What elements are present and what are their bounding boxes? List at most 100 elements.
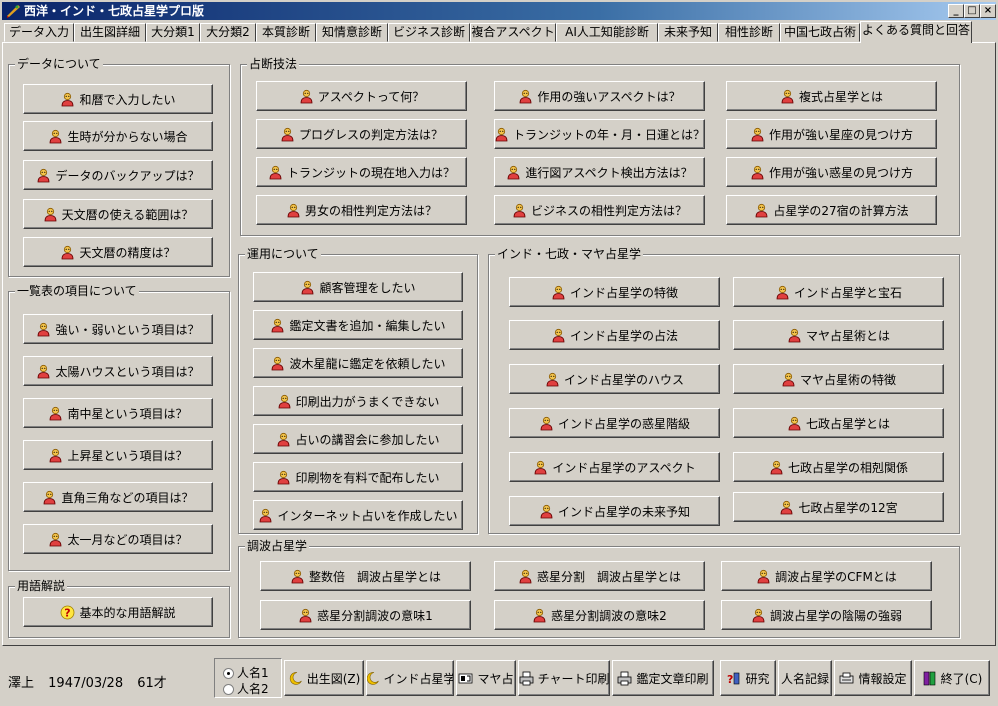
faq-button[interactable]: 和暦で入力したい [23,84,213,114]
faq-button[interactable]: 七政占星学の相剋関係 [733,452,944,482]
chart-print-button[interactable]: チャート印刷 [518,660,610,696]
faq-button[interactable]: 太一月などの項目は？ [23,524,213,554]
birth-chart-button[interactable]: 出生図(Z) [284,660,364,696]
button-label: 出生図(Z) [306,671,361,686]
tab-bar: データ入力 出生図詳細 大分類1 大分類2 本質診断 知情意診断 ビジネス診断 … [2,21,996,43]
faq-button[interactable]: インド占星学のハウス [509,364,720,394]
group-india-maya: インド・七政・マヤ占星学 インド占星学の特徴 インド占星学の占法 インド占星学の… [488,247,960,534]
faq-button-label: 七政占星学の12宮 [798,500,898,515]
faq-button[interactable]: 鑑定文書を追加・編集したい [253,310,463,340]
tab-ai-diagnosis[interactable]: AI人工知能診断 [556,23,658,42]
question-person-icon [278,432,290,446]
maximize-button[interactable]: □ [964,4,980,18]
faq-button[interactable]: プログレスの判定方法は？ [256,119,467,149]
faq-button[interactable]: 太陽ハウスという項目は？ [23,356,213,386]
faq-button[interactable]: 惑星分割調波の意味1 [260,600,471,630]
faq-panel: データについて 和暦で入力したい 生時が分からない場合 データのバックアップは？… [2,42,996,646]
faq-button[interactable]: 七政占星学の12宮 [733,492,944,522]
faq-button[interactable]: マヤ占星術とは [733,320,944,350]
faq-button-label: 和暦で入力したい [79,92,176,107]
info-settings-button[interactable]: 情報設定 [834,660,912,696]
faq-button[interactable]: インド占星学の特徴 [509,277,720,307]
faq-button[interactable]: アスペクトって何？ [256,81,467,111]
group-title: データについて [15,57,103,71]
question-person-icon [272,356,284,370]
faq-button-label: 波木星龍に鑑定を依頼したい [289,356,446,371]
faq-button[interactable]: 七政占星学とは [733,408,944,438]
faq-button-label: インド占星学のアスペクト [552,460,696,475]
tab-compatibility[interactable]: 相性診断 [718,23,780,42]
faq-button[interactable]: 南中星という項目は？ [23,398,213,428]
faq-button[interactable]: 顧客管理をしたい [253,272,463,302]
faq-button[interactable]: 占いの講習会に参加したい [253,424,463,454]
faq-button[interactable]: データのバックアップは？ [23,160,213,190]
basic-terms-button[interactable]: ? 基本的な用語解説 [23,597,213,627]
minimize-button[interactable]: _ [948,4,964,18]
faq-button[interactable]: 作用が強い星座の見つけ方 [726,119,937,149]
tab-intellect-diagnosis[interactable]: 知情意診断 [316,23,388,42]
tab-category1[interactable]: 大分類1 [146,23,200,42]
faq-button[interactable]: 生時が分からない場合 [23,121,213,151]
group-title: 用語解説 [15,579,68,593]
faq-button[interactable]: 占星学の27宿の計算方法 [726,195,937,225]
tab-faq[interactable]: よくある質問と回答 [860,21,972,43]
group-terms: 用語解説 ? 基本的な用語解説 [8,579,230,638]
tab-essence-diagnosis[interactable]: 本質診断 [256,23,316,42]
faq-button[interactable]: 惑星分割 調波占星学とは [494,561,705,591]
faq-button[interactable]: トランジットの現在地入力は？ [256,157,467,187]
faq-button[interactable]: 男女の相性判定方法は？ [256,195,467,225]
faq-button[interactable]: 直角三角などの項目は？ [23,482,213,512]
indian-astrology-button[interactable]: インド占星学 [366,660,454,696]
group-title: インド・七政・マヤ占星学 [495,247,644,261]
tab-data-input[interactable]: データ入力 [4,23,74,42]
faq-button[interactable]: 調波占星学の陰陽の強弱 [721,600,932,630]
tab-future-prediction[interactable]: 未来予知 [658,23,718,42]
radio-label: 人名1 [237,666,269,680]
tab-category2[interactable]: 大分類2 [200,23,256,42]
faq-button[interactable]: 複式占星学とは [726,81,937,111]
faq-button[interactable]: 作用の強いアスペクトは？ [494,81,705,111]
appraisal-print-button[interactable]: 鑑定文章印刷 [612,660,714,696]
person2-radio[interactable]: 人名2 [223,680,269,697]
tab-birth-chart-detail[interactable]: 出生図詳細 [74,23,146,42]
faq-button[interactable]: 波木星龍に鑑定を依頼したい [253,348,463,378]
faq-button[interactable]: インド占星学のアスペクト [509,452,720,482]
faq-button[interactable]: インド占星学の未来予知 [509,496,720,526]
faq-button[interactable]: 進行図アスペクト検出方法は？ [494,157,705,187]
faq-button[interactable]: 印刷物を有料で配布したい [253,462,463,492]
faq-button[interactable]: 天文暦の使える範囲は？ [23,199,213,229]
faq-button[interactable]: 惑星分割調波の意味2 [494,600,705,630]
faq-button[interactable]: インド占星学の占法 [509,320,720,350]
faq-button-label: 作用が強い惑星の見つけ方 [768,165,913,180]
faq-button-label: 上昇星という項目は？ [67,448,188,463]
maya-button[interactable]: マヤ占 [456,660,516,696]
close-button[interactable]: × [980,4,996,18]
question-person-icon [788,416,801,430]
faq-button[interactable]: 上昇星という項目は？ [23,440,213,470]
faq-button[interactable]: マヤ占星術の特徴 [733,364,944,394]
exit-button[interactable]: 終了(C) [914,660,990,696]
tab-compound-aspect[interactable]: 複合アスペクト [470,23,556,42]
faq-button[interactable]: 強い・弱いという項目は？ [23,314,213,344]
research-button[interactable]: ? 研究 [720,660,776,696]
question-person-icon [50,448,62,462]
faq-button[interactable]: インド占星学と宝石 [733,277,944,307]
tab-business-diagnosis[interactable]: ビジネス診断 [388,23,470,42]
faq-button[interactable]: インド占星学の惑星階級 [509,408,720,438]
faq-button[interactable]: 整数倍 調波占星学とは [260,561,471,591]
faq-button[interactable]: インターネット占いを作成したい [253,500,463,530]
question-person-icon [540,504,553,518]
faq-button[interactable]: トランジットの年・月・日運とは？ [494,119,705,149]
question-person-icon [788,328,801,342]
faq-button-label: インターネット占いを作成したい [277,508,458,523]
faq-button[interactable]: ビジネスの相性判定方法は？ [494,195,705,225]
tab-chinese-astrology[interactable]: 中国七政占術 [780,23,860,42]
faq-button[interactable]: 天文暦の精度は？ [23,237,213,267]
svg-text:?: ? [65,606,71,619]
faq-button[interactable]: 印刷出力がうまくできない [253,386,463,416]
faq-button[interactable]: 調波占星学のCFMとは [721,561,932,591]
research-book-icon: ? [727,672,740,686]
person-record-button[interactable]: 人名記録 [778,660,832,696]
faq-button[interactable]: 作用が強い惑星の見つけ方 [726,157,937,187]
person1-radio[interactable]: 人名1 [223,664,269,681]
